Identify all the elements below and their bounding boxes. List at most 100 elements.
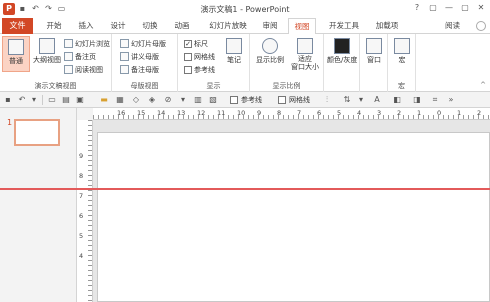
format-icon[interactable]: ◈ [147, 95, 157, 105]
handout-master-button[interactable]: 讲义母版 [120, 51, 159, 62]
group-zoom: 显示比例 适应 窗口大小 显示比例 [250, 34, 324, 92]
guides-label: 参考线 [194, 65, 215, 74]
text-box-icon[interactable]: A [372, 95, 382, 105]
tab-home[interactable]: 开始 [42, 18, 66, 34]
paste-icon[interactable]: ▤ [61, 95, 71, 105]
fit-to-window-icon [297, 38, 313, 54]
send-back-icon[interactable]: ◧ [392, 95, 402, 105]
macros-button[interactable]: 宏 [389, 36, 415, 72]
tab-slideshow[interactable]: 幻灯片放映 [205, 18, 251, 34]
shape-icon[interactable]: ◇ [131, 95, 141, 105]
chart-icon[interactable]: ▧ [208, 95, 218, 105]
color-grayscale-icon [334, 38, 350, 54]
ruler-label: 13 [177, 109, 186, 117]
macros-label: 宏 [398, 56, 406, 64]
link-icon[interactable]: ⊘ [163, 95, 173, 105]
guide-line[interactable] [0, 188, 490, 190]
notes-button[interactable]: 笔记 [222, 36, 246, 72]
slide-thumbnail[interactable] [14, 119, 60, 146]
group-master-views: 幻灯片母版 讲义母版 备注母版 母版视图 [112, 34, 178, 92]
notes-label: 笔记 [227, 56, 241, 64]
normal-view-button[interactable]: 普通 [2, 36, 30, 72]
group-label-master-views: 母版视图 [130, 82, 159, 90]
outline-view-icon [39, 38, 55, 54]
color-grayscale-button[interactable]: 颜色/灰度 [327, 36, 357, 72]
window-label: 窗口 [367, 56, 381, 64]
help-button[interactable]: ? [410, 2, 424, 14]
notes-master-button[interactable]: 备注母版 [120, 64, 159, 75]
gridlines-toggle[interactable]: 网格线 [278, 95, 310, 105]
tab-view[interactable]: 视图 [288, 18, 316, 35]
group-macros: 宏 宏 [388, 34, 416, 92]
reader-label[interactable]: 阅读 [445, 18, 460, 34]
outline-view-label: 大纲视图 [33, 56, 61, 64]
zoom-button[interactable]: 显示比例 [254, 36, 286, 72]
slide-sorter-button[interactable]: 幻灯片浏览 [64, 38, 110, 49]
ruler-label: 6 [317, 109, 322, 117]
guides-toggle[interactable]: 参考线 [230, 95, 262, 105]
slide-sorter-icon [64, 39, 73, 48]
ruler-label: 6 [79, 212, 84, 220]
ruler-check-icon: ✓ [184, 39, 192, 48]
ribbon-display-button[interactable]: ▢ [426, 2, 440, 14]
tab-addins[interactable]: 加载项 [372, 18, 402, 34]
fit-to-window-button[interactable]: 适应 窗口大小 [288, 36, 322, 72]
group-label-macros: 宏 [398, 82, 405, 90]
copy-icon[interactable]: ▣ [75, 95, 85, 105]
slide-sorter-label: 幻灯片浏览 [75, 39, 110, 48]
ruler-label: 10 [237, 109, 246, 117]
dropdown-icon[interactable]: ▾ [178, 95, 188, 105]
gridlines-checkbox[interactable]: 网格线 [184, 51, 215, 62]
ruler-label: 3 [377, 109, 382, 117]
table-icon[interactable]: ▥ [193, 95, 203, 105]
slide-master-icon [120, 39, 129, 48]
tab-design[interactable]: 设计 [106, 18, 130, 34]
tab-developer[interactable]: 开发工具 [326, 18, 362, 34]
more-icon[interactable]: » [446, 95, 456, 105]
outline-view-button[interactable]: 大纲视图 [32, 36, 62, 72]
guides-checkbox[interactable]: 参考线 [184, 64, 215, 75]
handout-master-label: 讲义母版 [131, 52, 159, 61]
crop-icon[interactable]: ⌗ [430, 95, 440, 105]
tab-transitions[interactable]: 切换 [138, 18, 162, 34]
picture-icon[interactable]: ▦ [115, 95, 125, 105]
tab-animations[interactable]: 动画 [170, 18, 194, 34]
dropdown-icon[interactable]: ▾ [29, 95, 39, 105]
maximize-button[interactable]: ▢ [458, 2, 472, 14]
undo-icon[interactable]: ↶ [17, 95, 27, 105]
collapse-ribbon-icon[interactable]: ^ [480, 81, 486, 89]
slide-master-button[interactable]: 幻灯片母版 [120, 38, 166, 49]
ruler-label: 2 [477, 109, 482, 117]
open-folder-icon[interactable]: ▬ [99, 95, 109, 105]
reading-view-button[interactable]: 阅读视图 [64, 64, 103, 75]
user-avatar-icon[interactable] [476, 21, 486, 31]
ruler-checkbox[interactable]: ✓ 标尺 [184, 38, 208, 49]
horizontal-ruler[interactable]: 16 15 14 13 12 11 10 9 8 7 6 5 4 3 2 1 0 1 2 [93, 108, 490, 120]
slide-number: 1 [7, 118, 13, 127]
close-button[interactable]: ✕ [474, 2, 488, 14]
notes-page-button[interactable]: 备注页 [64, 51, 96, 62]
reading-view-label: 阅读视图 [75, 65, 103, 74]
guides-check-icon [184, 65, 192, 74]
align-icon[interactable]: ⫶ [322, 95, 332, 105]
arrange-icon[interactable]: ⇅ [342, 95, 352, 105]
slide-thumbnail-pane: 1 [0, 108, 77, 302]
tab-insert[interactable]: 插入 [74, 18, 98, 34]
normal-view-label: 普通 [9, 57, 23, 65]
bring-front-icon[interactable]: ◨ [412, 95, 422, 105]
tab-review[interactable]: 审阅 [258, 18, 282, 34]
gridlines-label: 网格线 [194, 52, 215, 61]
vertical-ruler[interactable]: 9 8 7 6 5 4 [77, 120, 93, 302]
ruler-label: 15 [137, 109, 146, 117]
tab-file[interactable]: 文件 [2, 18, 33, 34]
ruler-label: 12 [197, 109, 206, 117]
save-icon[interactable]: ▪ [3, 95, 13, 105]
notes-page-icon [64, 52, 73, 61]
slide[interactable] [97, 132, 490, 302]
slide-canvas [93, 120, 490, 302]
dropdown-icon[interactable]: ▾ [356, 95, 366, 105]
window-button[interactable]: 窗口 [361, 36, 387, 72]
ruler-label: 1 [457, 109, 462, 117]
minimize-button[interactable]: — [442, 2, 456, 14]
new-icon[interactable]: ▭ [47, 95, 57, 105]
